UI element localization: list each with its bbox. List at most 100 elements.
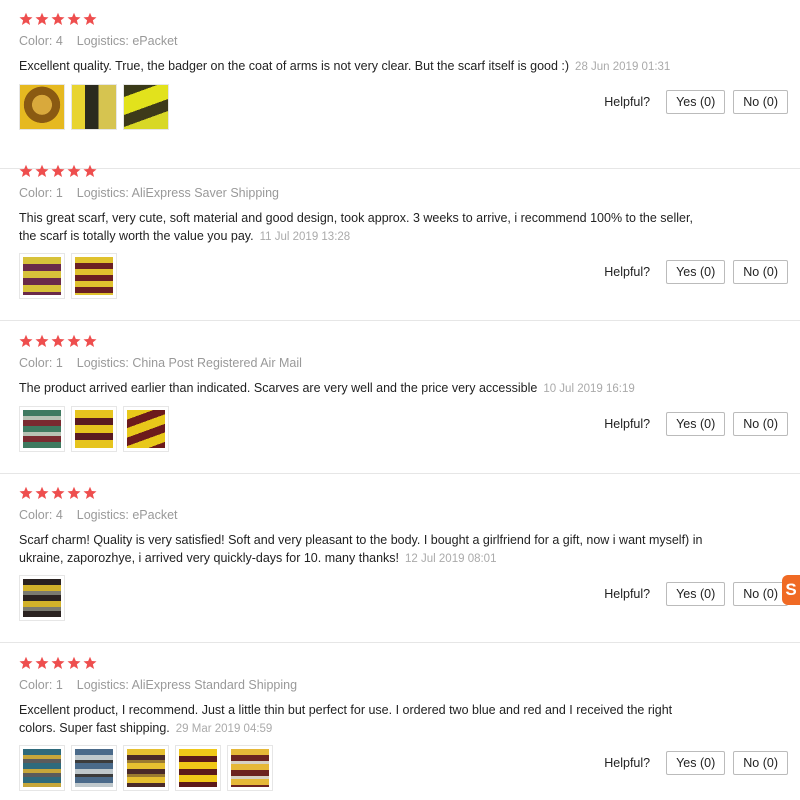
floating-side-badge-icon[interactable]: S: [782, 575, 800, 605]
star-icon: [67, 164, 81, 178]
review-meta: Color: 4 Logistics: ePacket: [19, 34, 178, 48]
star-icon: [67, 12, 81, 26]
helpful-yes-button[interactable]: Yes (0): [666, 90, 726, 114]
review-date: 11 Jul 2019 13:28: [259, 231, 351, 243]
star-icon: [83, 656, 97, 670]
review-color: Color: 1: [19, 186, 63, 200]
rating-stars: [19, 656, 97, 670]
star-icon: [19, 12, 33, 26]
review-photo-thumbnail[interactable]: [123, 406, 169, 452]
helpful-no-button[interactable]: No (0): [733, 582, 788, 606]
review-photo-thumbnail[interactable]: [71, 745, 117, 791]
star-icon: [51, 334, 65, 348]
review-photo-thumbnail[interactable]: [123, 84, 169, 130]
review-color: Color: 4: [19, 508, 63, 522]
review-photos: [19, 575, 65, 621]
helpful-label: Helpful?: [604, 265, 651, 279]
review-logistics: Logistics: ePacket: [76, 508, 178, 522]
review-item: Color: 1 Logistics: AliExpress Saver Ship…: [0, 152, 800, 321]
star-icon: [35, 12, 49, 26]
review-color: Color: 4: [19, 34, 63, 48]
review-photo-thumbnail[interactable]: [19, 745, 65, 791]
star-icon: [67, 486, 81, 500]
review-date: 29 Mar 2019 04:59: [175, 723, 273, 735]
review-logistics: Logistics: China Post Registered Air Mai…: [76, 356, 302, 370]
helpful-vote: Helpful? Yes (0) No (0): [604, 751, 788, 775]
review-text-block: The product arrived earlier than indicat…: [19, 379, 709, 398]
rating-stars: [19, 486, 97, 500]
review-photo-thumbnail[interactable]: [71, 84, 117, 130]
helpful-no-button[interactable]: No (0): [733, 260, 788, 284]
review-text-block: Scarf charm! Quality is very satisfied! …: [19, 531, 709, 568]
review-text: Scarf charm! Quality is very satisfied! …: [19, 533, 703, 565]
review-logistics: Logistics: ePacket: [76, 34, 178, 48]
star-icon: [51, 164, 65, 178]
review-color: Color: 1: [19, 678, 63, 692]
star-icon: [35, 164, 49, 178]
review-item: Color: 4 Logistics: ePacket Scarf charm! …: [0, 474, 800, 643]
helpful-vote: Helpful? Yes (0) No (0): [604, 90, 788, 114]
review-meta: Color: 1 Logistics: AliExpress Standard S…: [19, 678, 297, 692]
star-icon: [19, 164, 33, 178]
review-item: Color: 1 Logistics: AliExpress Standard S…: [0, 644, 800, 800]
star-icon: [67, 334, 81, 348]
star-icon: [83, 12, 97, 26]
review-text: Excellent quality. True, the badger on t…: [19, 59, 570, 73]
star-icon: [83, 486, 97, 500]
review-logistics: Logistics: AliExpress Standard Shipping: [76, 678, 298, 692]
review-photo-thumbnail[interactable]: [71, 253, 117, 299]
helpful-no-button[interactable]: No (0): [733, 90, 788, 114]
review-photo-thumbnail[interactable]: [123, 745, 169, 791]
review-photos: [19, 84, 169, 130]
star-icon: [83, 334, 97, 348]
review-logistics: Logistics: AliExpress Saver Shipping: [76, 186, 279, 200]
review-text-block: This great scarf, very cute, soft materi…: [19, 209, 709, 246]
helpful-yes-button[interactable]: Yes (0): [666, 582, 726, 606]
rating-stars: [19, 334, 97, 348]
star-icon: [19, 486, 33, 500]
review-photo-thumbnail[interactable]: [19, 253, 65, 299]
review-date: 28 Jun 2019 01:31: [575, 61, 671, 73]
review-text: Excellent product, I recommend. Just a l…: [19, 703, 673, 735]
review-photo-thumbnail[interactable]: [19, 84, 65, 130]
review-photo-thumbnail[interactable]: [175, 745, 221, 791]
helpful-yes-button[interactable]: Yes (0): [666, 412, 726, 436]
helpful-vote: Helpful? Yes (0) No (0): [604, 260, 788, 284]
review-photos: [19, 253, 117, 299]
star-icon: [51, 656, 65, 670]
helpful-yes-button[interactable]: Yes (0): [666, 751, 726, 775]
review-text: This great scarf, very cute, soft materi…: [19, 211, 693, 243]
helpful-vote: Helpful? Yes (0) No (0): [604, 412, 788, 436]
star-icon: [19, 656, 33, 670]
review-photo-thumbnail[interactable]: [227, 745, 273, 791]
helpful-vote: Helpful? Yes (0) No (0): [604, 582, 788, 606]
star-icon: [51, 486, 65, 500]
star-icon: [35, 486, 49, 500]
helpful-no-button[interactable]: No (0): [733, 751, 788, 775]
review-color: Color: 1: [19, 356, 63, 370]
helpful-label: Helpful?: [604, 95, 651, 109]
star-icon: [51, 12, 65, 26]
review-photo-thumbnail[interactable]: [19, 575, 65, 621]
review-date: 12 Jul 2019 08:01: [405, 553, 497, 565]
star-icon: [35, 656, 49, 670]
review-item: Color: 4 Logistics: ePacket Excellent qua…: [0, 0, 800, 169]
star-icon: [19, 334, 33, 348]
helpful-label: Helpful?: [604, 417, 651, 431]
review-photo-thumbnail[interactable]: [71, 406, 117, 452]
review-photo-thumbnail[interactable]: [19, 406, 65, 452]
review-item: Color: 1 Logistics: China Post Registered…: [0, 322, 800, 474]
helpful-label: Helpful?: [604, 587, 651, 601]
star-icon: [67, 656, 81, 670]
star-icon: [35, 334, 49, 348]
review-text-block: Excellent product, I recommend. Just a l…: [19, 701, 709, 738]
review-date: 10 Jul 2019 16:19: [543, 383, 635, 395]
review-meta: Color: 1 Logistics: AliExpress Saver Ship…: [19, 186, 279, 200]
helpful-no-button[interactable]: No (0): [733, 412, 788, 436]
helpful-yes-button[interactable]: Yes (0): [666, 260, 726, 284]
review-text: The product arrived earlier than indicat…: [19, 381, 538, 395]
helpful-label: Helpful?: [604, 756, 651, 770]
star-icon: [83, 164, 97, 178]
review-meta: Color: 4 Logistics: ePacket: [19, 508, 178, 522]
review-text-block: Excellent quality. True, the badger on t…: [19, 57, 709, 76]
